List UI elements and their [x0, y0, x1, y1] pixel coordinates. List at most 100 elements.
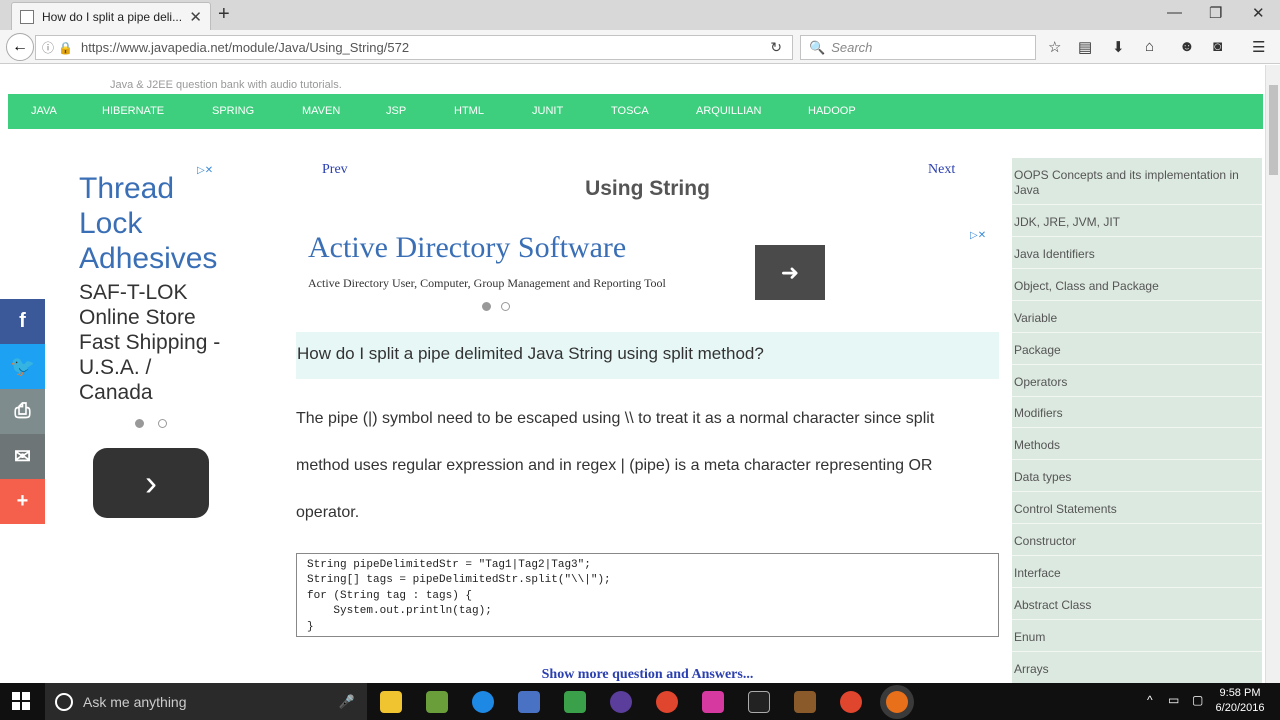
site-tagline: Java & J2EE question bank with audio tut… — [110, 79, 342, 91]
plus-icon: + — [16, 490, 29, 512]
sidebar-item[interactable]: Arrays — [1014, 662, 1254, 677]
browser-tab[interactable]: How do I split a pipe deli... ✕ — [11, 2, 211, 30]
sidebar-item[interactable]: Abstract Class — [1014, 598, 1254, 613]
back-button[interactable]: ← — [6, 33, 34, 61]
close-window-icon[interactable]: ✕ — [1252, 4, 1265, 22]
sidebar-divider — [1012, 619, 1262, 620]
network-icon[interactable]: ▭ — [1168, 693, 1179, 707]
nav-item-html[interactable]: HTML — [454, 105, 484, 117]
edge-icon[interactable] — [472, 691, 494, 713]
ad-headline-line: Adhesives — [79, 242, 218, 275]
reload-icon[interactable]: ↻ — [770, 39, 782, 56]
sidebar-divider — [1012, 651, 1262, 652]
sidebar-item[interactable]: JDK, JRE, JVM, JIT — [1014, 215, 1254, 230]
file-explorer-icon[interactable] — [380, 691, 402, 713]
chevron-right-icon: › — [145, 462, 157, 503]
search-input[interactable]: 🔍 Search — [800, 35, 1036, 60]
chrome-icon[interactable] — [656, 691, 678, 713]
sidebar-divider — [1012, 555, 1262, 556]
question-heading: How do I split a pipe delimited Java Str… — [296, 332, 999, 379]
pocket-icon[interactable]: ◙ — [1213, 38, 1222, 55]
more-share-button[interactable]: + — [0, 479, 45, 524]
minimize-icon[interactable]: — — [1167, 4, 1182, 21]
nav-item-arquillian[interactable]: ARQUILLIAN — [696, 105, 761, 117]
ad-next-button[interactable]: › — [93, 448, 209, 518]
facebook-share-button[interactable]: f — [0, 299, 45, 344]
new-tab-icon[interactable]: + — [218, 3, 230, 26]
app-icon[interactable] — [564, 691, 586, 713]
sidebar-item[interactable]: Package — [1014, 343, 1254, 358]
sidebar-item[interactable]: Java Identifiers — [1014, 247, 1254, 262]
reading-list-icon[interactable]: ▤ — [1078, 38, 1092, 56]
carousel-dot[interactable] — [482, 302, 491, 311]
sidebar-divider — [1012, 396, 1262, 397]
twitter-share-button[interactable]: 🐦 — [0, 344, 45, 389]
sidebar-item[interactable]: Methods — [1014, 438, 1254, 453]
cortana-placeholder: Ask me anything — [83, 693, 187, 710]
notification-icon[interactable]: ▢ — [1192, 693, 1203, 707]
sidebar-item[interactable]: OOPS Concepts and its implementation in … — [1014, 168, 1254, 198]
code-block: String pipeDelimitedStr = "Tag1|Tag2|Tag… — [296, 553, 999, 637]
carousel-dot[interactable] — [501, 302, 510, 311]
app-icon[interactable] — [794, 691, 816, 713]
ad-body-line: SAF-T-LOK — [79, 281, 188, 304]
print-button[interactable]: ⎙ — [0, 389, 45, 434]
app-icon[interactable] — [426, 691, 448, 713]
firefox-icon[interactable] — [886, 691, 908, 713]
sidebar-item[interactable]: Control Statements — [1014, 502, 1254, 517]
sidebar-item[interactable]: Constructor — [1014, 534, 1254, 549]
sidebar-item[interactable]: Enum — [1014, 630, 1254, 645]
download-icon[interactable]: ⬇ — [1112, 38, 1125, 56]
nav-item-hadoop[interactable]: HADOOP — [808, 105, 856, 117]
sidebar-item[interactable]: Object, Class and Package — [1014, 279, 1254, 294]
ad-body-line: Online Store — [79, 306, 196, 329]
chat-icon[interactable]: ☻ — [1179, 38, 1195, 55]
cortana-icon — [55, 692, 73, 711]
menu-icon[interactable]: ☰ — [1252, 38, 1265, 56]
page-scrollbar[interactable] — [1265, 65, 1280, 683]
eclipse-icon[interactable] — [610, 691, 632, 713]
terminal-icon[interactable] — [748, 691, 770, 713]
next-link[interactable]: Next — [928, 162, 955, 178]
scrollbar-thumb[interactable] — [1269, 85, 1278, 175]
home-icon[interactable]: ⌂ — [1145, 38, 1154, 55]
lock-warning-icon[interactable]: 🔒 — [58, 41, 73, 55]
sidebar-item[interactable]: Modifiers — [1014, 406, 1254, 421]
sidebar-item[interactable]: Data types — [1014, 470, 1254, 485]
carousel-dot[interactable] — [158, 419, 167, 428]
left-advertisement[interactable]: Thread Lock Adhesives SAF-T-LOK Online S… — [79, 171, 249, 405]
ad-headline-line: Thread — [79, 172, 175, 205]
bookmark-star-icon[interactable]: ☆ — [1048, 38, 1061, 56]
app-icon[interactable] — [702, 691, 724, 713]
nav-item-java[interactable]: JAVA — [31, 105, 57, 117]
microphone-icon[interactable]: 🎤 — [339, 694, 355, 710]
tray-chevron-icon[interactable]: ^ — [1147, 693, 1153, 707]
restore-icon[interactable]: ❐ — [1209, 4, 1222, 22]
system-clock[interactable]: 9:58 PM 6/20/2016 — [1210, 686, 1270, 716]
show-more-link[interactable]: Show more question and Answers... — [296, 667, 999, 683]
carousel-dot[interactable] — [135, 419, 144, 428]
app-icon[interactable] — [518, 691, 540, 713]
close-tab-icon[interactable]: ✕ — [189, 8, 202, 26]
sidebar-item[interactable]: Variable — [1014, 311, 1254, 326]
address-bar[interactable]: ⓘ 🔒 https://www.javapedia.net/module/Jav… — [35, 35, 793, 60]
nav-item-hibernate[interactable]: HIBERNATE — [102, 105, 164, 117]
ad-go-button[interactable]: ➜ — [755, 245, 825, 300]
nav-item-tosca[interactable]: TOSCA — [611, 105, 649, 117]
nav-item-spring[interactable]: SPRING — [212, 105, 254, 117]
ad-choices-icon[interactable]: ▷✕ — [970, 230, 986, 241]
nav-item-junit[interactable]: JUNIT — [532, 105, 563, 117]
nav-item-maven[interactable]: MAVEN — [302, 105, 340, 117]
sidebar-item[interactable]: Operators — [1014, 375, 1254, 390]
nav-item-jsp[interactable]: JSP — [386, 105, 406, 117]
ad-title[interactable]: Active Directory Software — [308, 231, 626, 265]
cortana-search[interactable]: Ask me anything 🎤 — [45, 683, 367, 720]
chrome-icon[interactable] — [840, 691, 862, 713]
prev-link[interactable]: Prev — [322, 162, 348, 178]
info-icon[interactable]: ⓘ — [42, 39, 54, 56]
sidebar-item[interactable]: Interface — [1014, 566, 1254, 581]
ad-subtitle[interactable]: Active Directory User, Computer, Group M… — [308, 276, 666, 291]
url-text[interactable]: https://www.javapedia.net/module/Java/Us… — [81, 40, 409, 55]
email-share-button[interactable]: ✉ — [0, 434, 45, 479]
windows-start-icon[interactable] — [12, 692, 30, 710]
